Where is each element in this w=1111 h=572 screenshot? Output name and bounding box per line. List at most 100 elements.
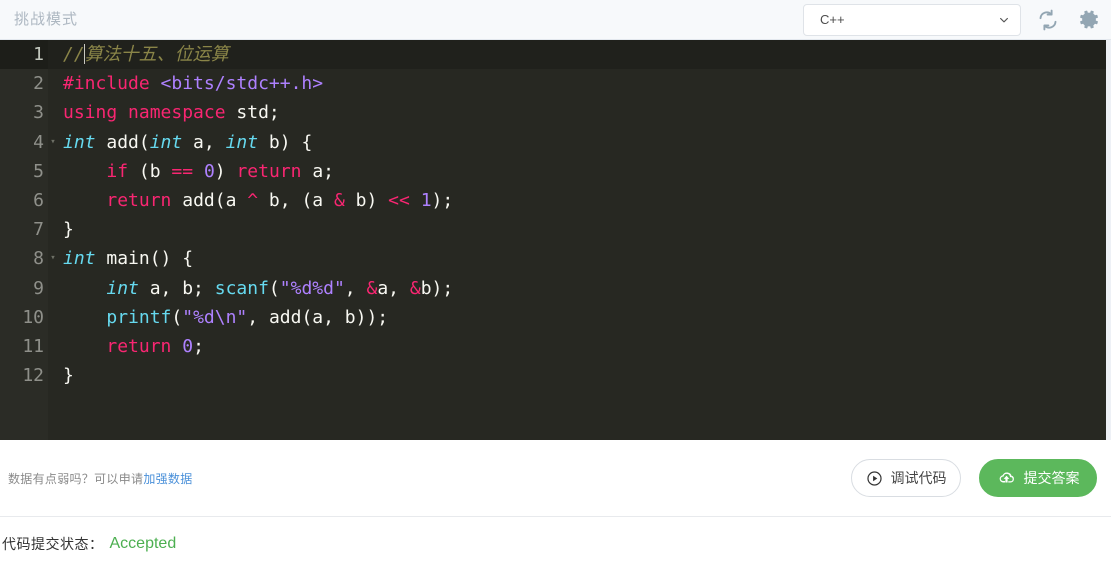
submission-status-value: Accepted	[109, 535, 177, 552]
fold-arrow-icon[interactable]: ▾	[48, 244, 58, 273]
submit-answer-button[interactable]: 提交答案	[979, 459, 1097, 497]
editor-footer: 数据有点弱吗？可以申请加强数据 调试代码 提交答案	[0, 440, 1111, 517]
code-token: a,	[377, 277, 410, 299]
code-token: a;	[301, 160, 335, 182]
fold-arrow-icon[interactable]: ▾	[48, 128, 58, 157]
code-line-text: int a, b; scanf("%d%d", &a, &b);	[62, 274, 1106, 303]
code-token: main() {	[95, 248, 194, 270]
submit-answer-button-label: 提交答案	[1023, 470, 1080, 486]
code-token: , add(a, b));	[247, 306, 389, 328]
code-line[interactable]: 5 if (b == 0) return a;	[0, 156, 1106, 186]
code-line[interactable]: 12}	[0, 361, 1106, 391]
code-line[interactable]: 8 ▾ int main() {	[0, 244, 1106, 274]
code-token: a, b;	[138, 277, 215, 299]
code-token: )	[214, 160, 237, 182]
language-select[interactable]: C++	[803, 3, 1021, 36]
code-line-text: //算法十五、位运算	[62, 40, 1106, 69]
line-number: 1	[0, 40, 48, 70]
code-token: printf	[106, 306, 172, 328]
toolbar-controls: C++	[803, 3, 1101, 36]
code-token: &	[366, 277, 378, 299]
line-number: 10	[0, 302, 48, 332]
code-token: //	[63, 44, 85, 65]
code-token: return	[236, 160, 302, 182]
code-line[interactable]: 4 ▾ int add(int a, int b) {	[0, 127, 1106, 157]
code-line-text: using namespace std;	[62, 98, 1106, 127]
code-token: }	[63, 365, 74, 387]
gutter-spacer	[48, 303, 62, 332]
code-token: (b	[128, 160, 172, 182]
code-line-text: printf("%d\n", add(a, b));	[62, 303, 1106, 332]
code-token: b, (a	[258, 189, 334, 211]
code-token: &	[409, 277, 421, 299]
code-token: }	[63, 219, 74, 241]
submission-status-row: 代码提交状态： Accepted	[0, 517, 1111, 571]
line-number: 4 ▾	[0, 127, 56, 157]
line-number: 11	[0, 331, 48, 362]
code-filler-row	[0, 390, 1106, 420]
debug-code-button[interactable]: 调试代码	[851, 459, 961, 497]
code-token: std;	[225, 102, 280, 124]
footer-actions: 调试代码 提交答案	[851, 459, 1097, 497]
code-token: );	[431, 189, 454, 211]
gutter-spacer	[48, 69, 62, 98]
gutter-spacer	[48, 361, 62, 390]
code-token: "%d%d"	[279, 277, 345, 299]
code-token: if	[106, 160, 129, 182]
code-token: return	[106, 335, 172, 357]
code-line[interactable]: 1 //算法十五、位运算	[0, 40, 1106, 70]
strengthen-data-link[interactable]: 加强数据	[143, 472, 192, 486]
code-editor-lines[interactable]: 1 //算法十五、位运算 2 #include <bits/stdc++.h> 3 usi…	[0, 40, 1106, 440]
code-line[interactable]: 2 #include <bits/stdc++.h>	[0, 69, 1106, 99]
debug-code-button-label: 调试代码	[890, 470, 947, 486]
code-line-text: return add(a ^ b, (a & b) << 1);	[62, 186, 1106, 215]
code-token: "%d\n"	[182, 306, 248, 328]
code-line[interactable]: 9 int a, b; scanf("%d%d", &a, &b);	[0, 273, 1106, 303]
line-number: 2	[0, 69, 48, 99]
code-line[interactable]: 7}	[0, 215, 1106, 245]
top-toolbar: 挑战模式 C++	[0, 0, 1111, 40]
code-token: add(a	[171, 189, 248, 211]
upload-cloud-icon	[999, 471, 1014, 483]
gutter-filler	[0, 390, 48, 420]
code-token: 0	[182, 335, 194, 357]
code-token: return	[106, 189, 172, 211]
line-number: 12	[0, 361, 48, 391]
code-line[interactable]: 11 return 0;	[0, 331, 1106, 362]
gutter-spacer	[48, 186, 62, 215]
code-line[interactable]: 6 return add(a ^ b, (a & b) << 1);	[0, 185, 1106, 216]
code-token: ^	[247, 189, 259, 211]
code-token: int	[149, 131, 183, 153]
code-token: (	[171, 306, 183, 328]
code-token: 1	[420, 189, 432, 211]
line-number: 3	[0, 98, 48, 128]
code-line[interactable]: 3 using namespace std;	[0, 98, 1106, 128]
line-number: 9	[0, 273, 48, 303]
code-token: int	[63, 248, 96, 270]
code-token: <bits/stdc++.h>	[160, 73, 324, 95]
gutter-spacer	[48, 332, 62, 361]
gear-icon[interactable]	[1075, 7, 1101, 33]
code-line[interactable]: 10 printf("%d\n", add(a, b));	[0, 302, 1106, 332]
code-editor[interactable]: 1 //算法十五、位运算 2 #include <bits/stdc++.h> 3 usi…	[0, 40, 1111, 440]
code-token: int	[63, 131, 96, 153]
code-token: int	[106, 277, 139, 299]
code-token: b)	[344, 189, 389, 211]
code-token: ,	[344, 277, 367, 299]
refresh-icon[interactable]	[1035, 7, 1061, 33]
weak-data-hint-text: 数据有点弱吗？可以申请	[8, 471, 144, 486]
code-token: a,	[182, 131, 226, 153]
line-number: 6	[0, 185, 48, 216]
code-token: (	[268, 277, 280, 299]
code-line-text: }	[62, 361, 1106, 390]
weak-data-hint: 数据有点弱吗？可以申请加强数据	[8, 470, 193, 487]
code-line-text: int main() {	[62, 244, 1106, 273]
editor-right-edge	[1106, 40, 1111, 440]
